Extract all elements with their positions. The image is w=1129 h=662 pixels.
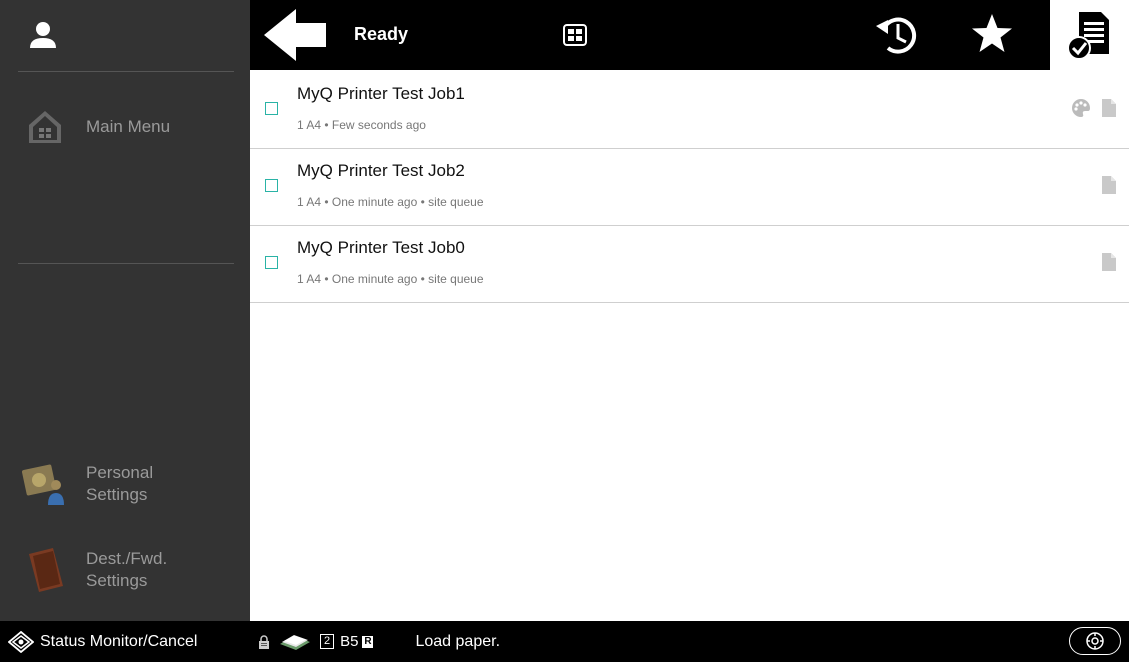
back-button[interactable] bbox=[260, 7, 330, 63]
job-row[interactable]: MyQ Printer Test Job0 1 A4 • One minute … bbox=[250, 226, 1129, 303]
app-switch-button[interactable] bbox=[1069, 627, 1121, 655]
user-login-button[interactable] bbox=[0, 0, 250, 70]
page-icon bbox=[1102, 253, 1116, 271]
status-message: Load paper. bbox=[415, 632, 501, 650]
document-check-icon bbox=[1066, 12, 1109, 60]
paper-status: 2 B5 R Load paper. bbox=[258, 621, 500, 662]
page-icon bbox=[1102, 176, 1116, 194]
color-palette-icon bbox=[1072, 99, 1090, 117]
sidebar-divider bbox=[18, 263, 234, 264]
tile-view-button[interactable] bbox=[563, 24, 587, 51]
job-checkbox[interactable] bbox=[265, 102, 278, 115]
dest-fwd-settings-button[interactable]: Dest./Fwd. Settings bbox=[0, 542, 250, 598]
status-monitor-button[interactable]: Status Monitor/Cancel bbox=[0, 621, 250, 662]
job-name: MyQ Printer Test Job1 bbox=[297, 84, 465, 103]
sidebar: Main Menu Personal Settings Dest./Fwd. S… bbox=[0, 0, 250, 621]
back-arrow-icon bbox=[264, 9, 326, 61]
tray-number: 2 bbox=[320, 634, 335, 649]
sidebar-divider bbox=[18, 71, 234, 72]
status-monitor-label: Status Monitor/Cancel bbox=[40, 632, 198, 650]
paper-size: B5 bbox=[340, 633, 359, 650]
history-button[interactable] bbox=[872, 10, 922, 65]
address-book-icon bbox=[20, 545, 70, 595]
job-meta: 1 A4 • Few seconds ago bbox=[297, 118, 426, 132]
personal-settings-button[interactable]: Personal Settings bbox=[0, 456, 250, 512]
lock-icon bbox=[259, 634, 269, 649]
job-meta: 1 A4 • One minute ago • site queue bbox=[297, 272, 484, 286]
status-bar: Status Monitor/Cancel 2 B5 R Load paper. bbox=[0, 621, 1129, 662]
job-checkbox[interactable] bbox=[265, 256, 278, 269]
personal-settings-label: Personal Settings bbox=[86, 463, 154, 504]
user-icon bbox=[30, 22, 56, 48]
job-meta: 1 A4 • One minute ago • site queue bbox=[297, 195, 484, 209]
paper-orientation: R bbox=[362, 635, 374, 648]
job-row[interactable]: MyQ Printer Test Job1 1 A4 • Few seconds… bbox=[250, 72, 1129, 149]
app-switch-icon bbox=[1086, 632, 1104, 650]
job-checkbox[interactable] bbox=[265, 179, 278, 192]
page-icon bbox=[1102, 99, 1116, 117]
status-ready-text: Ready bbox=[354, 24, 409, 44]
main-menu-label: Main Menu bbox=[86, 117, 171, 136]
job-list: MyQ Printer Test Job1 1 A4 • Few seconds… bbox=[250, 72, 1129, 303]
top-bar: Ready bbox=[250, 0, 1129, 70]
job-row[interactable]: MyQ Printer Test Job2 1 A4 • One minute … bbox=[250, 149, 1129, 226]
main-menu-button[interactable]: Main Menu bbox=[0, 100, 250, 154]
star-icon bbox=[972, 14, 1012, 52]
status-monitor-icon bbox=[8, 630, 34, 653]
print-jobs-button[interactable] bbox=[1050, 0, 1129, 70]
favorites-button[interactable] bbox=[970, 12, 1014, 61]
home-icon bbox=[20, 102, 70, 152]
personal-settings-icon bbox=[20, 459, 70, 509]
paper-tray-icon bbox=[280, 634, 310, 650]
history-icon bbox=[876, 17, 917, 54]
job-name: MyQ Printer Test Job2 bbox=[297, 161, 465, 180]
job-name: MyQ Printer Test Job0 bbox=[297, 238, 465, 257]
dest-fwd-settings-label: Dest./Fwd. Settings bbox=[86, 549, 168, 590]
grid-icon bbox=[563, 24, 587, 46]
